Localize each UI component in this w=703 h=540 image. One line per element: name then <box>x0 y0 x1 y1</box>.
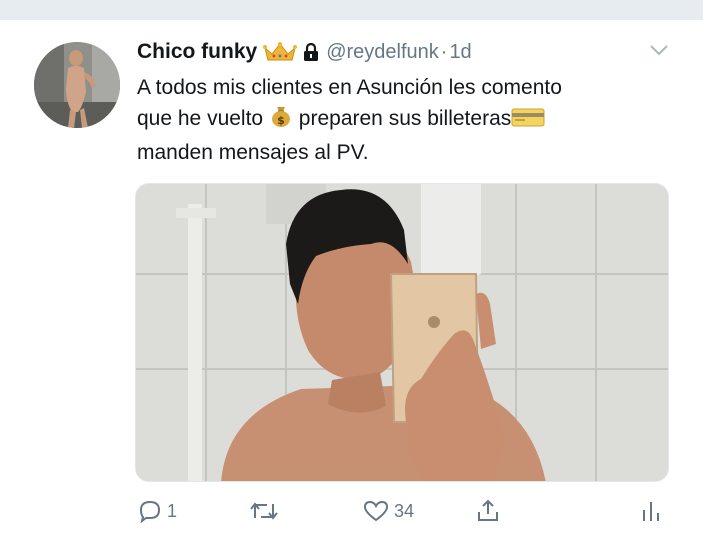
tweet-text-line-2: que he vuelto $ preparen sus billeteras <box>137 103 677 137</box>
share-button[interactable] <box>475 496 501 526</box>
tweet-header: Chico funky @reydelfunk · 1d <box>137 38 472 66</box>
tweet-text-segment: que he vuelto <box>137 107 264 130</box>
tweet-text-line-3: manden mensajes al PV. <box>137 141 369 164</box>
timestamp[interactable]: 1d <box>449 41 471 64</box>
tweet-text-segment: preparen sus billeteras <box>298 107 512 130</box>
chevron-down-icon[interactable] <box>648 42 670 58</box>
display-name[interactable]: Chico funky <box>137 40 257 64</box>
heart-icon <box>363 500 389 522</box>
tweet-photo[interactable] <box>135 183 669 482</box>
crown-emoji-icon <box>263 42 298 62</box>
tweet-actions: 1 34 <box>137 496 677 526</box>
retweet-button[interactable] <box>247 496 285 526</box>
credit-card-icon <box>511 106 545 137</box>
analytics-button[interactable] <box>639 496 663 526</box>
top-strip <box>0 0 703 20</box>
reply-button[interactable]: 1 <box>137 496 177 526</box>
reply-icon <box>139 500 161 523</box>
avatar[interactable] <box>34 42 120 128</box>
money-bag-icon: $ <box>269 104 293 137</box>
tweet-text: A todos mis clientes en Asunción les com… <box>137 72 677 168</box>
retweet-icon <box>250 502 278 520</box>
tweet-text-line-1: A todos mis clientes en Asunción les com… <box>137 76 562 99</box>
lock-icon <box>303 42 319 62</box>
like-count: 34 <box>394 500 415 521</box>
share-icon <box>478 499 498 521</box>
svg-text:$: $ <box>277 114 285 127</box>
analytics-icon <box>643 502 659 521</box>
separator-dot: · <box>440 40 448 63</box>
handle[interactable]: @reydelfunk <box>326 41 439 64</box>
reply-count: 1 <box>167 500 178 521</box>
like-button[interactable]: 34 <box>362 496 414 526</box>
